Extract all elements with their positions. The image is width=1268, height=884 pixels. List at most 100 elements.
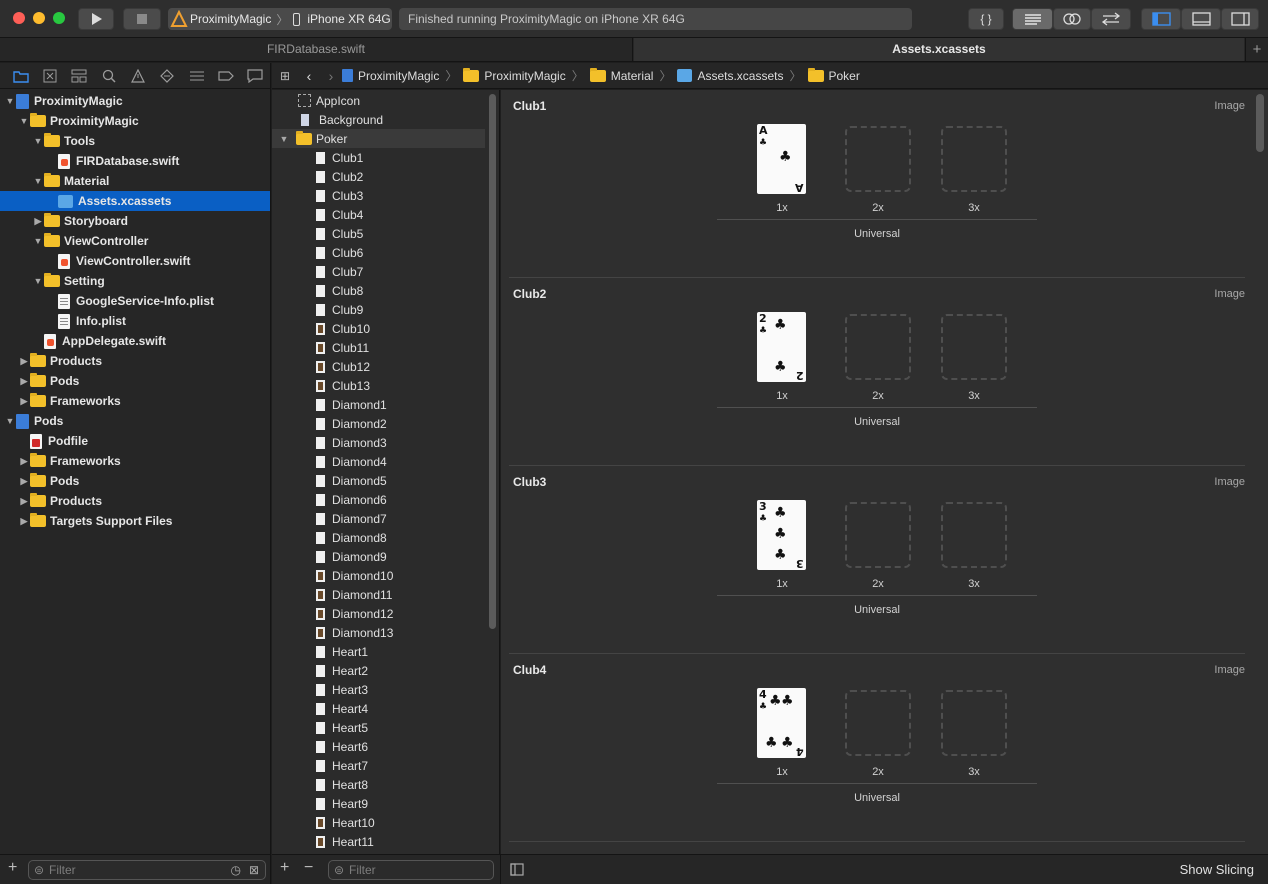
asset-list-item[interactable]: Heart7 xyxy=(272,756,485,775)
folder-navigator-icon[interactable] xyxy=(6,66,35,86)
standard-editor-button[interactable] xyxy=(1012,8,1053,30)
asset-list-item[interactable]: AppIcon xyxy=(272,91,485,110)
zoom-window-button[interactable] xyxy=(53,12,65,24)
symbol-navigator-icon[interactable] xyxy=(65,66,94,86)
tab-assets[interactable]: Assets.xcassets xyxy=(634,38,1244,61)
asset-list-item[interactable]: Diamond3 xyxy=(272,433,485,452)
editor-scrollbar[interactable] xyxy=(1256,94,1264,152)
warning-icon[interactable] xyxy=(123,66,152,86)
asset-list-item[interactable]: Club1 xyxy=(272,148,485,167)
disclosure-open-icon[interactable]: ▼ xyxy=(32,276,44,286)
asset-list-item[interactable]: Diamond4 xyxy=(272,452,485,471)
add-tab-button[interactable]: + xyxy=(1245,38,1268,61)
scheme-selector[interactable]: ProximityMagic 〉 iPhone XR 64G xyxy=(168,8,392,30)
source-control-filter-icon[interactable]: ⊠ xyxy=(249,861,259,879)
empty-image-slot-2x[interactable] xyxy=(845,690,911,756)
asset-list-item[interactable]: Club3 xyxy=(272,186,485,205)
asset-filter-field[interactable]: Filter ⊜ xyxy=(328,860,494,880)
asset-list-item[interactable]: Diamond10 xyxy=(272,566,485,585)
disclosure-closed-icon[interactable]: ▶ xyxy=(18,476,30,487)
tree-item[interactable]: FIRDatabase.swift xyxy=(0,151,270,171)
empty-image-slot-3x[interactable] xyxy=(941,502,1007,568)
asset-list-item[interactable]: Heart6 xyxy=(272,737,485,756)
recent-files-icon[interactable]: ◷ xyxy=(231,861,241,879)
breadcrumb-material[interactable]: Material xyxy=(589,67,653,83)
assistant-editor-button[interactable] xyxy=(1053,8,1091,30)
tree-item[interactable]: ▼ Setting xyxy=(0,271,270,291)
navigator-filter-field[interactable]: Filter ⊜ ◷ ⊠ xyxy=(28,860,266,880)
tree-item[interactable]: GoogleService-Info.plist xyxy=(0,291,270,311)
card-image-1x[interactable]: 3 ♣ 3 ♣ ♣ ♣ xyxy=(757,500,806,570)
asset-list-item[interactable]: Club13 xyxy=(272,376,485,395)
disclosure-closed-icon[interactable]: ▶ xyxy=(32,216,44,227)
empty-image-slot-3x[interactable] xyxy=(941,314,1007,380)
empty-image-slot-3x[interactable] xyxy=(941,126,1007,192)
tree-item[interactable]: ▼ Pods xyxy=(0,411,270,431)
asset-list-item[interactable]: Diamond5 xyxy=(272,471,485,490)
disclosure-open-icon[interactable]: ▼ xyxy=(32,176,44,186)
asset-list-item[interactable]: Club9 xyxy=(272,300,485,319)
asset-list-item[interactable]: Club6 xyxy=(272,243,485,262)
breadcrumb-poker[interactable]: Poker xyxy=(807,67,860,83)
breadcrumb-assets[interactable]: Assets.xcassets xyxy=(677,69,783,83)
tree-item[interactable]: ▶ Products xyxy=(0,491,270,511)
remove-asset-button[interactable]: − xyxy=(304,859,313,877)
tree-item[interactable]: Info.plist xyxy=(0,311,270,331)
toggle-debug-area-button[interactable] xyxy=(1181,8,1221,30)
disclosure-closed-icon[interactable]: ▶ xyxy=(18,496,30,507)
version-editor-button[interactable] xyxy=(1091,8,1131,30)
disclosure-open-icon[interactable]: ▼ xyxy=(18,116,30,126)
disclosure-closed-icon[interactable]: ▶ xyxy=(18,456,30,467)
asset-list-item[interactable]: Club5 xyxy=(272,224,485,243)
add-asset-button[interactable]: + xyxy=(280,859,289,877)
code-review-button[interactable]: { } xyxy=(968,8,1004,30)
show-slicing-button[interactable]: Show Slicing xyxy=(1180,862,1254,877)
toggle-inspector-button[interactable] xyxy=(1221,8,1259,30)
disclosure-open-icon[interactable]: ▼ xyxy=(278,134,290,144)
debug-navigator-icon[interactable] xyxy=(182,66,211,86)
asset-list-item[interactable]: Heart1 xyxy=(272,642,485,661)
asset-list-item[interactable]: Diamond2 xyxy=(272,414,485,433)
asset-list-item[interactable]: Heart2 xyxy=(272,661,485,680)
toggle-navigator-button[interactable] xyxy=(1141,8,1181,30)
disclosure-open-icon[interactable]: ▼ xyxy=(4,416,16,426)
minimize-window-button[interactable] xyxy=(33,12,45,24)
forward-button[interactable]: › xyxy=(320,68,342,84)
tree-item[interactable]: Podfile xyxy=(0,431,270,451)
tree-item[interactable]: ▶ Frameworks xyxy=(0,451,270,471)
asset-list-item[interactable]: Club7 xyxy=(272,262,485,281)
tree-item[interactable]: ▶ Pods xyxy=(0,371,270,391)
sidebar-toggle-icon[interactable] xyxy=(509,861,525,877)
tree-item[interactable]: ▼ ViewController xyxy=(0,231,270,251)
test-navigator-icon[interactable] xyxy=(153,66,182,86)
empty-image-slot-2x[interactable] xyxy=(845,126,911,192)
disclosure-open-icon[interactable]: ▼ xyxy=(32,236,44,246)
tree-item[interactable]: ▶ Pods xyxy=(0,471,270,491)
empty-image-slot-2x[interactable] xyxy=(845,502,911,568)
disclosure-closed-icon[interactable]: ▶ xyxy=(18,396,30,407)
asset-list-item[interactable]: Diamond11 xyxy=(272,585,485,604)
asset-list-item[interactable]: Club2 xyxy=(272,167,485,186)
asset-list-item[interactable]: Diamond7 xyxy=(272,509,485,528)
empty-image-slot-2x[interactable] xyxy=(845,314,911,380)
asset-list-item[interactable]: Diamond12 xyxy=(272,604,485,623)
tree-item[interactable]: ▶ Storyboard xyxy=(0,211,270,231)
disclosure-open-icon[interactable]: ▼ xyxy=(4,96,16,106)
search-icon[interactable] xyxy=(94,66,123,86)
stop-button[interactable] xyxy=(123,8,161,30)
asset-list-item[interactable]: Club4 xyxy=(272,205,485,224)
tree-item[interactable]: Assets.xcassets xyxy=(0,191,270,211)
asset-list-item[interactable]: Heart5 xyxy=(272,718,485,737)
disclosure-closed-icon[interactable]: ▶ xyxy=(18,516,30,527)
card-image-1x[interactable]: 4 ♣ 4 ♣ ♣ ♣ ♣ xyxy=(757,688,806,758)
empty-image-slot-3x[interactable] xyxy=(941,690,1007,756)
asset-list-item[interactable]: Diamond13 xyxy=(272,623,485,642)
card-image-1x[interactable]: A ♣ A ♣ xyxy=(757,124,806,194)
report-navigator-icon[interactable] xyxy=(241,66,270,86)
asset-list-item[interactable]: Heart4 xyxy=(272,699,485,718)
close-window-button[interactable] xyxy=(13,12,25,24)
asset-list-item[interactable]: Heart10 xyxy=(272,813,485,832)
asset-list-scrollbar[interactable] xyxy=(489,94,496,629)
tree-item[interactable]: ▶ Frameworks xyxy=(0,391,270,411)
tree-item[interactable]: AppDelegate.swift xyxy=(0,331,270,351)
